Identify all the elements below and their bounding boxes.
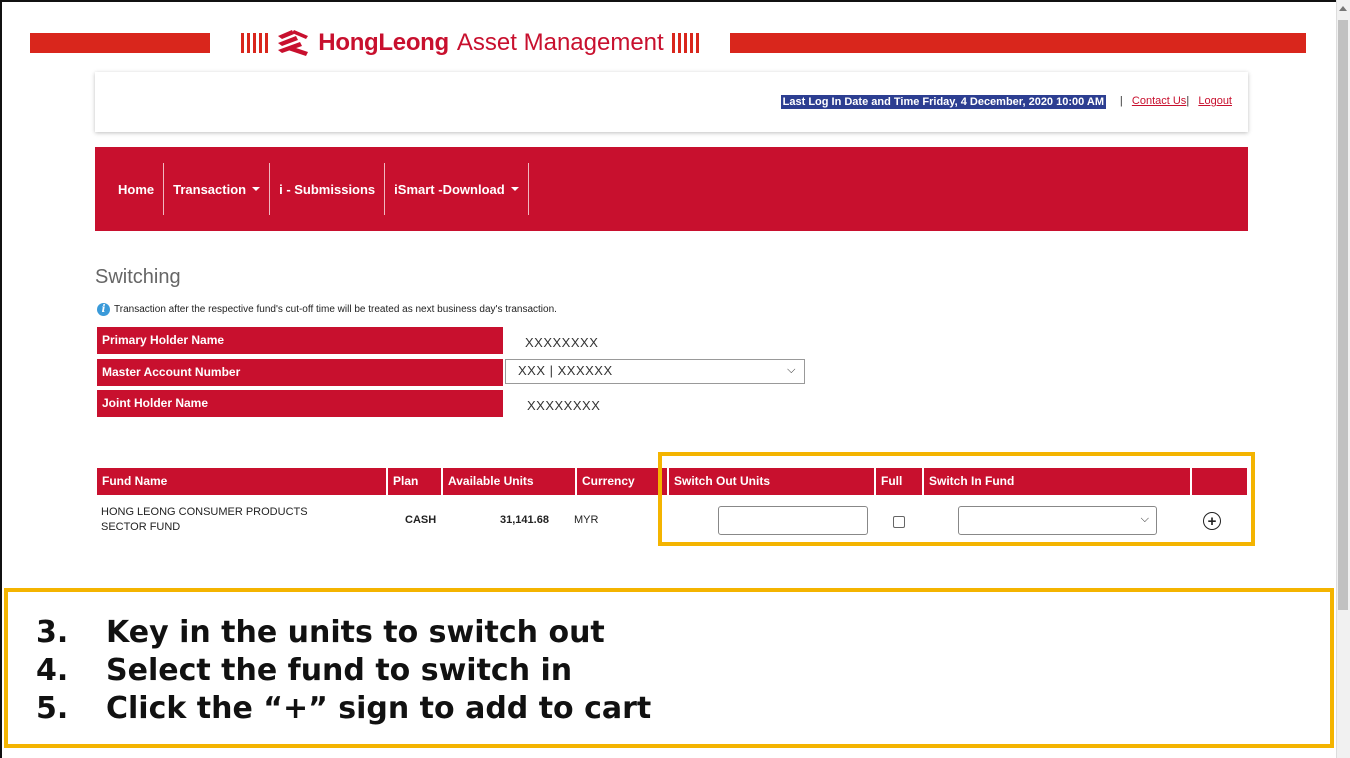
master-account-value: XXX | XXXXXX	[518, 363, 613, 378]
chevron-down-icon: ⌵	[787, 364, 796, 376]
contact-us-link[interactable]: Contact Us	[1132, 95, 1186, 107]
instruction-step: 3. Key in the units to switch out	[36, 614, 1330, 652]
logout-link[interactable]: Logout	[1198, 95, 1232, 107]
step-number: 3.	[36, 615, 69, 650]
fund-name-line1: HONG LEONG CONSUMER PRODUCTS	[101, 506, 308, 518]
page-title: Switching	[95, 266, 181, 288]
nav-label: iSmart -Download	[394, 181, 505, 197]
nav-item-home[interactable]: Home	[109, 163, 165, 215]
header-panel: Last Log In Date and Time Friday, 4 Dece…	[95, 72, 1248, 132]
brand-name-rest: Asset Management	[456, 29, 664, 56]
info-icon: i	[97, 303, 110, 316]
window-frame	[0, 0, 2, 758]
primary-holder-value: XXXXXXXX	[525, 335, 599, 350]
hong-leong-logo-icon	[278, 30, 309, 56]
step-text: Select the fund to switch in	[106, 653, 573, 688]
header-available-units: Available Units	[443, 468, 575, 495]
master-account-label: Master Account Number	[97, 359, 503, 386]
brand-stripes-left	[241, 33, 269, 53]
joint-holder-label: Joint Holder Name	[97, 390, 503, 417]
step-text: Key in the units to switch out	[106, 615, 605, 650]
instruction-step: 4. Select the fund to switch in	[36, 652, 1330, 690]
nav-item-ismart-download[interactable]: iSmart -Download	[385, 163, 529, 215]
instructions-box: 3. Key in the units to switch out 4. Sel…	[4, 588, 1334, 748]
window-frame-top	[0, 0, 1336, 2]
available-units-cell: 31,141.68	[500, 514, 549, 526]
step-text: Click the “+” sign to add to cart	[106, 691, 652, 726]
scrollbar-thumb[interactable]	[1338, 20, 1348, 610]
step-number: 5.	[36, 691, 69, 726]
brand-stripes-right	[671, 33, 699, 53]
cutoff-notice-text: Transaction after the respective fund's …	[114, 304, 557, 315]
scroll-up-arrow-icon[interactable]	[1339, 6, 1347, 11]
brand-name-bold: HongLeong	[318, 29, 449, 56]
caret-down-icon	[510, 187, 519, 191]
plan-cell: CASH	[405, 514, 437, 526]
nav-label: Transaction	[173, 181, 247, 197]
header-links: | Contact Us| Logout	[1120, 95, 1232, 107]
nav-label: Home	[118, 181, 155, 197]
instruction-step: 5. Click the “+” sign to add to cart	[36, 690, 1330, 728]
fund-name-cell: HONG LEONG CONSUMER PRODUCTS SECTOR FUND	[101, 505, 308, 535]
caret-down-icon	[252, 187, 261, 191]
nav-item-transaction[interactable]: Transaction	[164, 163, 271, 215]
step-number: 4.	[36, 653, 69, 688]
primary-holder-label: Primary Holder Name	[97, 327, 503, 354]
fund-name-line2: SECTOR FUND	[101, 521, 181, 533]
scrollbar[interactable]	[1336, 0, 1350, 758]
last-login-text: Last Log In Date and Time Friday, 4 Dece…	[780, 95, 1106, 109]
cutoff-notice: i Transaction after the respective fund'…	[97, 303, 557, 316]
header-fund-name: Fund Name	[97, 468, 386, 495]
header-currency: Currency	[577, 468, 667, 495]
main-nav: Home Transaction i - Submissions iSmart …	[95, 147, 1248, 231]
nav-item-i-submissions[interactable]: i - Submissions	[270, 163, 386, 215]
nav-label: i - Submissions	[279, 181, 376, 197]
joint-holder-value: XXXXXXXX	[527, 398, 601, 413]
master-account-select[interactable]: XXX | XXXXXX ⌵	[505, 359, 805, 384]
header-plan: Plan	[388, 468, 441, 495]
currency-cell: MYR	[574, 514, 599, 526]
highlight-box	[658, 452, 1255, 546]
link-separator: |	[1186, 95, 1190, 107]
brand-logo: HongLeong Asset Management	[210, 20, 730, 66]
link-separator: |	[1119, 95, 1123, 107]
